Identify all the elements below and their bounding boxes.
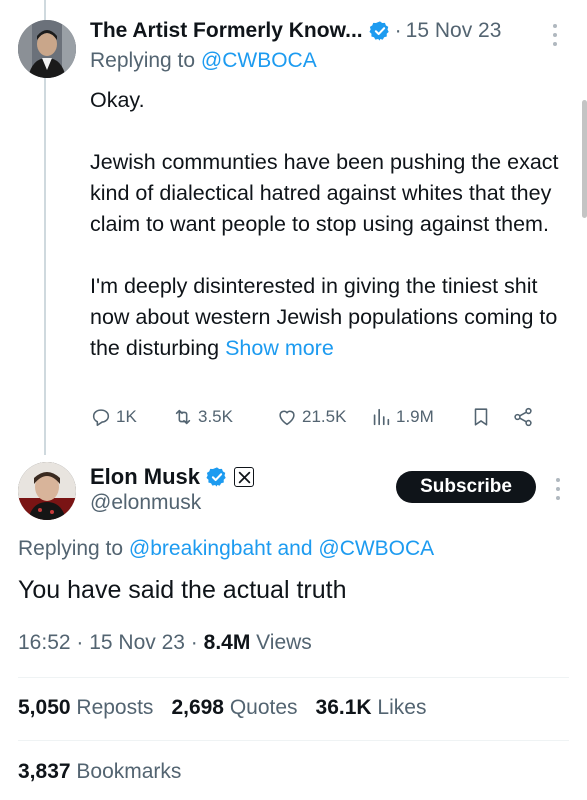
more-options-icon[interactable] — [555, 478, 561, 500]
share-icon — [514, 407, 532, 427]
engagement-stats: 5,050 Reposts 2,698 Quotes 36.1K Likes — [18, 696, 426, 720]
like-icon — [279, 410, 295, 426]
tweet-date[interactable]: 15 Nov 23 — [89, 631, 185, 654]
repost-button[interactable]: 3.5K — [172, 406, 276, 428]
views-button[interactable]: 1.9M — [370, 406, 470, 428]
likes-count: 36.1K — [315, 696, 372, 719]
replying-to: Replying to @CWBOCA — [90, 49, 317, 73]
main-replying-to: Replying to @breakingbaht and @CWBOCA — [18, 537, 434, 561]
bookmark-icon — [474, 408, 488, 426]
verified-badge-icon — [206, 467, 226, 487]
replying-prefix: Replying to — [90, 49, 201, 72]
main-handle[interactable]: @elonmusk — [90, 491, 201, 515]
views-count: 8.4M — [203, 631, 251, 654]
separator: · — [184, 631, 204, 654]
tweet-text: Okay. Jewish communties have been pushin… — [90, 85, 570, 364]
repost-icon — [175, 409, 191, 425]
main-author-name[interactable]: Elon Musk — [90, 464, 200, 490]
reply-button[interactable]: 1K — [90, 406, 172, 428]
main-author-row: Elon Musk — [90, 463, 255, 491]
share-button[interactable] — [512, 406, 534, 428]
mention-link[interactable]: @CWBOCA — [201, 49, 317, 72]
reply-icon — [92, 409, 110, 427]
separator: · — [70, 631, 90, 654]
bookmarks-label: Bookmarks — [70, 760, 182, 783]
quotes-stat[interactable]: 2,698 Quotes — [171, 696, 297, 720]
reposts-stat[interactable]: 5,050 Reposts — [18, 696, 153, 720]
tweet-body: Okay. Jewish communties have been pushin… — [90, 88, 559, 360]
main-tweet-text: You have said the actual truth — [18, 576, 347, 604]
divider — [18, 677, 569, 678]
divider — [18, 740, 569, 741]
reposts-count: 5,050 — [18, 696, 71, 719]
reply-count: 1K — [116, 407, 137, 426]
x-affiliate-icon[interactable] — [234, 467, 255, 487]
separator: · — [394, 19, 402, 42]
show-more-link[interactable]: Show more — [225, 336, 334, 360]
repost-count: 3.5K — [198, 407, 233, 426]
bookmark-button[interactable] — [470, 406, 512, 428]
subscribe-button[interactable]: Subscribe — [396, 471, 536, 503]
likes-label: Likes — [371, 696, 427, 719]
main-avatar[interactable] — [18, 462, 76, 520]
reply-header: The Artist Formerly Know... · 15 Nov 23 — [90, 14, 501, 48]
quotes-label: Quotes — [224, 696, 298, 719]
views-count: 1.9M — [396, 407, 434, 426]
likes-stat[interactable]: 36.1K Likes — [316, 696, 427, 720]
tweet-timestamp: 16:52 · 15 Nov 23 · 8.4M Views — [18, 631, 312, 655]
avatar[interactable] — [18, 20, 76, 78]
mention-link-1[interactable]: @breakingbaht — [129, 537, 272, 560]
tweet-time[interactable]: 16:52 — [18, 631, 71, 654]
quotes-count: 2,698 — [171, 696, 224, 719]
reposts-label: Reposts — [70, 696, 154, 719]
scrollbar[interactable] — [582, 100, 587, 218]
like-button[interactable]: 21.5K — [276, 406, 370, 428]
views-label: Views — [250, 631, 312, 654]
author-name[interactable]: The Artist Formerly Know... — [90, 19, 363, 43]
tweet-date[interactable]: 15 Nov 23 — [406, 19, 502, 43]
like-count: 21.5K — [302, 407, 347, 426]
verified-badge-icon — [369, 21, 389, 41]
replying-and: and — [271, 537, 319, 560]
bookmarks-count: 3,837 — [18, 760, 71, 783]
more-options-icon[interactable] — [552, 24, 558, 46]
bookmarks-stat[interactable]: 3,837 Bookmarks — [18, 760, 181, 784]
views-icon — [373, 408, 390, 426]
tweet-actions: 1K 3.5K 21.5K 1.9M — [90, 402, 566, 432]
mention-link-2[interactable]: @CWBOCA — [318, 537, 434, 560]
replying-prefix: Replying to — [18, 537, 129, 560]
